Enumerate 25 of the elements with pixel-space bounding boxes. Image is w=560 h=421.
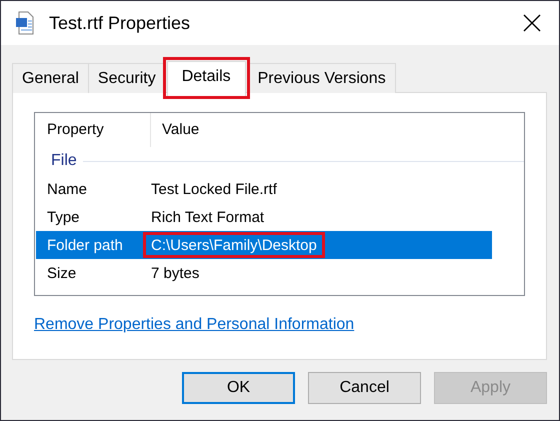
column-header[interactable]: Value: [151, 113, 200, 147]
window-title: Test.rtf Properties: [49, 12, 192, 34]
value-cell: Rich Text Format: [151, 208, 264, 226]
property-cell-text: Size: [46, 264, 78, 282]
value-cell: C:\Users\Family\Desktop: [151, 236, 317, 254]
property-cell-text: Folder path: [46, 236, 124, 254]
table-row[interactable]: Name Test Locked File.rtf: [36, 175, 492, 203]
table-row[interactable]: Type Rich Text Format: [36, 203, 492, 231]
document-icon: [15, 11, 35, 35]
dialog-button[interactable]: Cancel: [308, 372, 421, 404]
tab[interactable]: Details: [166, 61, 246, 96]
property-cell-text: Type: [46, 208, 81, 226]
table-row[interactable]: Folder path C:\Users\Family\Desktop: [36, 231, 492, 259]
column-header[interactable]: Property: [36, 113, 151, 147]
dialog-button[interactable]: OK: [182, 372, 295, 404]
value-cell: Test Locked File.rtf: [151, 180, 277, 198]
tab[interactable]: Security: [88, 63, 166, 93]
close-icon[interactable]: [523, 14, 541, 32]
remove-properties-link[interactable]: Remove Properties and Personal Information: [34, 316, 354, 334]
property-cell-text: Name: [46, 180, 88, 198]
group-label: File: [51, 152, 77, 170]
value-cell: 7 bytes: [151, 264, 200, 282]
tab[interactable]: Previous Versions: [248, 63, 396, 93]
table-row[interactable]: Size 7 bytes: [36, 259, 492, 287]
tab[interactable]: General: [12, 63, 89, 93]
